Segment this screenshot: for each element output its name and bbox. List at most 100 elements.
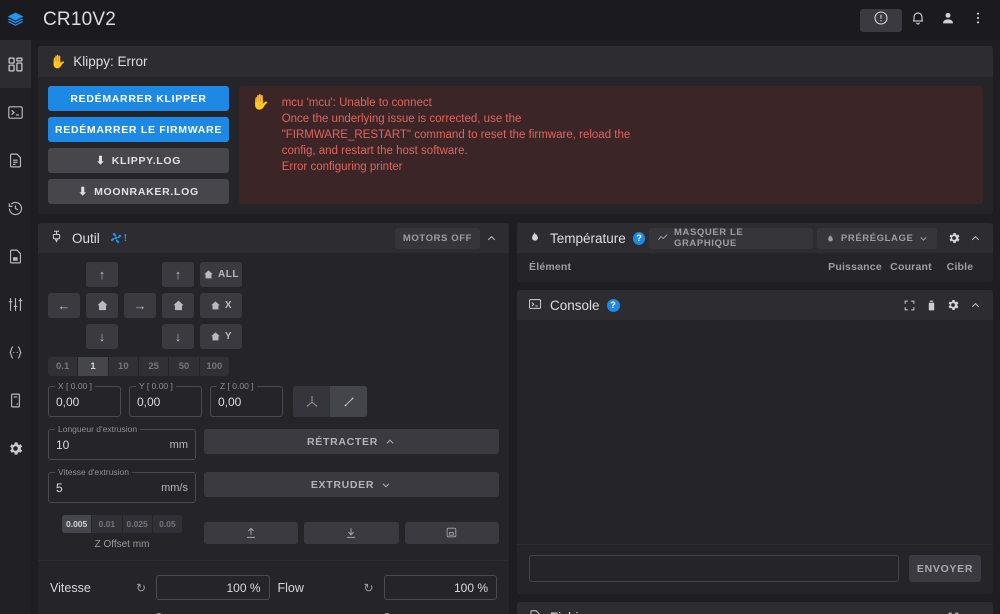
step-size-selector: 0.1 1 10 25 50 100 bbox=[48, 357, 229, 376]
flow-value[interactable]: 100 % bbox=[383, 575, 497, 600]
help-icon[interactable]: ? bbox=[632, 231, 646, 245]
error-message-box: ✋ mcu 'mcu': Unable to connect Once the … bbox=[239, 86, 983, 204]
step-option[interactable]: 50 bbox=[169, 357, 200, 376]
restart-klipper-button[interactable]: REDÉMARRER KLIPPER bbox=[48, 86, 229, 111]
speed-flow-sliders: Vitesse ↻ 100 % Flow ↻ 100 % bbox=[38, 560, 509, 614]
y-position-field[interactable]: Y [ 0.00 ] 0,00 bbox=[129, 381, 202, 417]
console-output[interactable] bbox=[517, 320, 993, 544]
account-button[interactable] bbox=[934, 8, 962, 32]
step-option[interactable]: 100 bbox=[199, 357, 229, 376]
relative-mode-button[interactable] bbox=[330, 386, 367, 417]
extrusion-length-field[interactable]: Longueur d'extrusion 10 mm bbox=[48, 424, 196, 460]
trash-icon bbox=[928, 300, 934, 310]
home-all-button[interactable]: ALL bbox=[200, 262, 242, 287]
emergency-stop-button[interactable] bbox=[860, 8, 902, 32]
notifications-button[interactable] bbox=[904, 8, 932, 32]
jog-z-plus-button[interactable]: ↑ bbox=[162, 262, 194, 287]
files-collapse-button[interactable] bbox=[964, 606, 986, 614]
help-icon[interactable]: ? bbox=[606, 298, 620, 312]
speed-slider-group: Vitesse ↻ 100 % bbox=[50, 575, 270, 614]
sidebar-item-machine[interactable] bbox=[0, 376, 31, 424]
step-option[interactable]: 0.1 bbox=[48, 357, 79, 376]
home-x-label: X bbox=[224, 300, 233, 311]
home-y-button[interactable]: Y bbox=[200, 324, 242, 349]
sidebar-item-files[interactable] bbox=[0, 136, 31, 184]
reset-icon[interactable]: ↻ bbox=[136, 581, 146, 595]
z-position-field[interactable]: Z [ 0.00 ] 0,00 bbox=[210, 381, 283, 417]
zoffset-step-option[interactable]: 0.025 bbox=[122, 515, 153, 533]
console-fullscreen-button[interactable] bbox=[898, 294, 920, 316]
jog-y-plus-button[interactable]: ↑ bbox=[86, 262, 118, 287]
jog-y-minus-button[interactable]: ↓ bbox=[86, 324, 118, 349]
sidebar-item-history[interactable] bbox=[0, 184, 31, 232]
overflow-menu-button[interactable] bbox=[964, 8, 992, 32]
zoffset-save-button[interactable] bbox=[404, 521, 499, 544]
fan-icon[interactable]: ! bbox=[109, 231, 127, 245]
zoffset-decrease-button[interactable] bbox=[304, 521, 399, 544]
sidebar-item-dashboard[interactable] bbox=[0, 40, 31, 88]
console-send-button[interactable]: ENVOYER bbox=[909, 555, 981, 582]
temperature-settings-button[interactable] bbox=[943, 227, 964, 249]
sidebar-item-config[interactable] bbox=[0, 328, 31, 376]
error-line: mcu 'mcu': Unable to connect bbox=[281, 97, 432, 109]
restart-firmware-button[interactable]: REDÉMARRER LE FIRMWARE bbox=[48, 117, 229, 142]
app-logo[interactable] bbox=[0, 0, 31, 40]
sidebar-item-tune[interactable] bbox=[0, 280, 31, 328]
zoffset-step-option[interactable]: 0.05 bbox=[152, 515, 182, 533]
flow-slider-track[interactable] bbox=[278, 610, 498, 614]
console-input[interactable] bbox=[529, 555, 899, 582]
x-position-label: X [ 0.00 ] bbox=[55, 381, 96, 391]
x-position-field[interactable]: X [ 0.00 ] 0,00 bbox=[48, 381, 121, 417]
reset-icon[interactable]: ↻ bbox=[364, 581, 374, 595]
speed-value[interactable]: 100 % bbox=[156, 575, 270, 600]
jog-x-minus-button[interactable]: ← bbox=[48, 293, 80, 318]
step-option-selected[interactable]: 1 bbox=[78, 357, 109, 376]
absolute-mode-button[interactable] bbox=[293, 386, 330, 417]
klippy-log-button[interactable]: ⬇ KLIPPY.LOG bbox=[48, 148, 229, 173]
hide-chart-button[interactable]: MASQUER LE GRAPHIQUE bbox=[649, 227, 813, 249]
zoffset-step-option[interactable]: 0.01 bbox=[92, 515, 123, 533]
moonraker-log-label: MOONRAKER.LOG bbox=[94, 185, 199, 198]
sidebar-item-console[interactable] bbox=[0, 88, 31, 136]
jog-z-minus-button[interactable]: ↓ bbox=[162, 324, 194, 349]
home-x-button[interactable]: X bbox=[200, 293, 242, 318]
chevron-up-icon[interactable] bbox=[480, 227, 502, 249]
console-collapse-button[interactable] bbox=[964, 294, 986, 316]
step-option[interactable]: 25 bbox=[138, 357, 170, 376]
column-current: Courant bbox=[890, 261, 932, 273]
console-clear-button[interactable] bbox=[920, 294, 942, 316]
extrude-button[interactable]: EXTRUDER bbox=[204, 472, 499, 497]
download-icon: ⬇ bbox=[78, 186, 89, 198]
home-z-button[interactable] bbox=[162, 293, 194, 318]
jog-x-plus-button[interactable]: → bbox=[124, 293, 156, 318]
console-icon bbox=[7, 104, 24, 121]
error-line: Error configuring printer bbox=[281, 161, 403, 173]
coordinate-mode-toggle bbox=[293, 386, 367, 417]
sidebar-item-gcode[interactable] bbox=[0, 232, 31, 280]
files-fullscreen-button[interactable] bbox=[942, 606, 964, 614]
moonraker-log-button[interactable]: ⬇ MOONRAKER.LOG bbox=[48, 179, 229, 204]
hide-chart-label: MASQUER LE GRAPHIQUE bbox=[673, 227, 744, 249]
home-xy-button[interactable] bbox=[86, 293, 118, 318]
zoffset-step-selected[interactable]: 0.005 bbox=[62, 515, 93, 533]
app-root: CR10V2 ✋ Klippy: Error REDÉMARRER KLIPPE… bbox=[0, 0, 1000, 614]
flow-slider-top: Flow ↻ 100 % bbox=[278, 575, 497, 600]
motors-off-button[interactable]: MOTORS OFF bbox=[394, 227, 480, 249]
sidebar-item-settings[interactable] bbox=[0, 424, 31, 472]
zoffset-increase-button[interactable] bbox=[204, 521, 299, 544]
console-settings-button[interactable] bbox=[942, 294, 964, 316]
console-panel: Console ? ENVOYER bbox=[517, 290, 993, 594]
temperature-collapse-button[interactable] bbox=[965, 227, 986, 249]
speed-slider-track[interactable] bbox=[50, 610, 270, 614]
xy-jog-grid: ↑ ← → ↓ bbox=[48, 262, 156, 349]
extrusion-speed-field[interactable]: Vitesse d'extrusion 5 mm/s bbox=[48, 467, 196, 503]
retract-button[interactable]: RÉTRACTER bbox=[204, 429, 499, 454]
column-power: Puissance bbox=[828, 261, 882, 273]
step-option[interactable]: 10 bbox=[108, 357, 139, 376]
extrusion-length-row: Longueur d'extrusion 10 mm RÉTRACTER bbox=[48, 424, 499, 460]
preset-button[interactable]: PRÉRÉGLAGE bbox=[816, 227, 938, 249]
hand-stop-icon: ✋ bbox=[251, 94, 270, 111]
extrusion-speed-label: Vitesse d'extrusion bbox=[55, 467, 132, 477]
